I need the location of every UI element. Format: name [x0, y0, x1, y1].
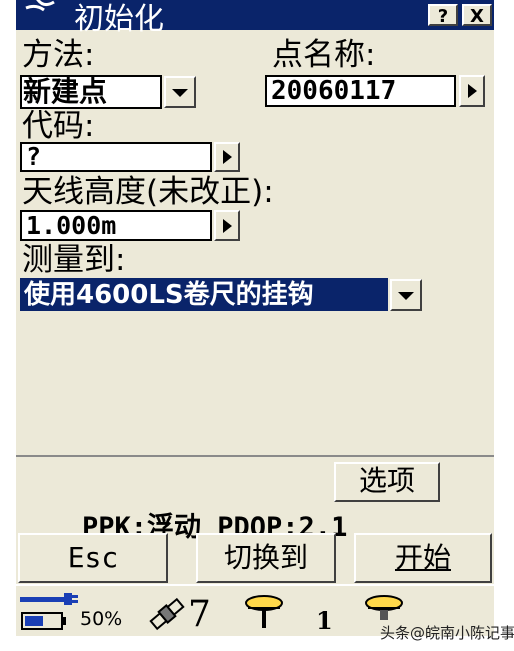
- battery-percent: 50%: [80, 608, 123, 630]
- switch-to-button[interactable]: 切换到: [196, 533, 336, 583]
- antenna-height-picker-button[interactable]: [214, 210, 240, 241]
- panel-divider: [16, 455, 494, 457]
- measured-to-select[interactable]: 使用4600LS卷尺的挂钩: [20, 278, 388, 311]
- code-input[interactable]: ?: [20, 142, 212, 172]
- radio-count: 1: [316, 606, 333, 635]
- chevron-right-icon: [223, 150, 232, 164]
- battery-icon[interactable]: [20, 591, 80, 633]
- help-button[interactable]: ?: [428, 4, 458, 27]
- app-logo-icon: [25, 0, 55, 12]
- chevron-right-icon: [223, 218, 232, 233]
- code-picker-button[interactable]: [214, 142, 240, 172]
- watermark-text: 头条@皖南小陈记事: [380, 624, 514, 642]
- start-button[interactable]: 开始: [354, 533, 492, 583]
- chevron-right-icon: [468, 84, 477, 98]
- point-name-input[interactable]: 20060117: [265, 75, 456, 107]
- satellite-count: 7: [188, 594, 211, 635]
- close-button[interactable]: X: [462, 4, 492, 27]
- chevron-down-icon: [398, 292, 414, 300]
- measured-to-dropdown-button[interactable]: [390, 279, 422, 311]
- base-receiver-icon[interactable]: [362, 594, 406, 624]
- method-dropdown-button[interactable]: [164, 76, 196, 108]
- method-label: 方法:: [22, 37, 95, 73]
- satellite-icon[interactable]: [148, 596, 186, 632]
- options-button[interactable]: 选项: [334, 462, 440, 502]
- chevron-down-icon: [172, 89, 188, 97]
- measured-to-label: 测量到:: [22, 242, 126, 278]
- code-label: 代码:: [22, 108, 95, 144]
- method-select[interactable]: 新建点: [20, 75, 162, 109]
- antenna-height-label: 天线高度(未改正):: [22, 174, 274, 210]
- start-button-label: 开始: [394, 541, 451, 574]
- device-screen: 初始化 ? X 方法: 新建点 点名称: 20060117 代码: ? 天线高度…: [16, 0, 494, 636]
- window-title: 初始化: [74, 2, 164, 37]
- title-bar: 初始化 ? X: [16, 0, 494, 37]
- point-name-label: 点名称:: [272, 37, 376, 73]
- point-name-picker-button[interactable]: [459, 75, 485, 107]
- rover-receiver-icon[interactable]: [242, 594, 286, 630]
- esc-button[interactable]: Esc: [18, 533, 168, 583]
- antenna-height-input[interactable]: 1.000m: [20, 210, 212, 241]
